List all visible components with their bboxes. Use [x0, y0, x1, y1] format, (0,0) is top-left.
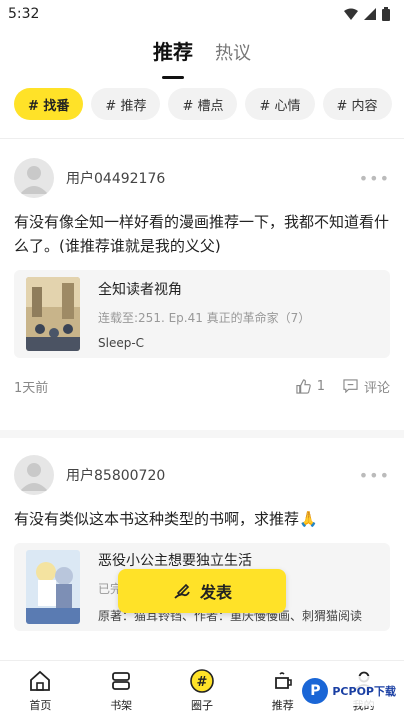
- thumbs-up-icon: [296, 378, 311, 394]
- nav-circle[interactable]: # 圈子: [162, 661, 243, 720]
- comic-title: 全知读者视角: [98, 281, 182, 298]
- chip-complaints[interactable]: # 槽点: [168, 88, 238, 120]
- chip-mood[interactable]: # 心情: [245, 88, 315, 120]
- post-time: 1天前: [14, 380, 49, 396]
- watermark-logo-icon: P: [302, 678, 329, 704]
- nav-recommend-label: 推荐: [271, 698, 294, 712]
- comic-info: 全知读者视角 连载至:251. Ep.41 真正的革命家（7） Sleep-C: [98, 279, 310, 350]
- tab-recommend[interactable]: 推荐: [153, 36, 193, 73]
- svg-text:#: #: [197, 675, 208, 690]
- default-avatar-icon: [20, 166, 48, 194]
- top-tabs: 推荐 热议: [0, 36, 404, 73]
- nav-home[interactable]: 首页: [0, 661, 81, 720]
- nav-bookshelf-label: 书架: [110, 698, 133, 712]
- comic-cover: [26, 277, 80, 351]
- default-avatar-icon: [20, 463, 48, 491]
- status-bar: 5:32: [0, 0, 404, 28]
- recommend-icon: [271, 669, 295, 693]
- divider: [0, 138, 404, 139]
- avatar[interactable]: [14, 455, 54, 495]
- post-footer: 1天前 1 评论: [14, 376, 390, 396]
- battery-icon: [382, 7, 390, 21]
- post-text: 有没有类似这本书这种类型的书啊，求推荐🙏: [14, 510, 318, 528]
- topic-chip-row: # 找番 # 推荐 # 槽点 # 心情 # 内容: [14, 88, 392, 120]
- username[interactable]: 用户85800720: [66, 465, 359, 485]
- comment-button[interactable]: 评论: [343, 377, 390, 396]
- username[interactable]: 用户04492176: [66, 168, 359, 188]
- like-button[interactable]: 1: [296, 379, 325, 394]
- pen-icon: [174, 583, 190, 599]
- chip-content[interactable]: # 内容: [322, 88, 392, 120]
- nav-circle-label: 圈子: [190, 698, 213, 712]
- comic-card[interactable]: 全知读者视角 连载至:251. Ep.41 真正的革命家（7） Sleep-C: [14, 270, 390, 358]
- comic-cover: [26, 550, 80, 624]
- nav-home-label: 首页: [29, 698, 52, 712]
- comment-icon: [343, 379, 358, 393]
- status-icons: [344, 7, 390, 21]
- circle-hash-icon: #: [190, 668, 214, 693]
- wifi-icon: [344, 8, 358, 20]
- post-header: 用户85800720 •••: [14, 455, 390, 495]
- signal-icon: [364, 8, 376, 20]
- comic-author: Sleep-C: [98, 335, 145, 350]
- nav-bookshelf[interactable]: 书架: [81, 661, 162, 720]
- publish-button[interactable]: 发表: [118, 569, 286, 613]
- bookshelf-icon: [109, 669, 133, 693]
- chip-find-anime[interactable]: # 找番: [14, 88, 84, 120]
- more-options-icon[interactable]: •••: [359, 466, 390, 485]
- watermark-text: PCPOP下载: [332, 685, 396, 698]
- post-text: 有没有像全知一样好看的漫画推荐一下，我都不知道看什么了。(谁推荐谁就是我的义父): [14, 213, 390, 255]
- post-header: 用户04492176 •••: [14, 158, 390, 198]
- post-card[interactable]: 用户04492176 ••• 有没有像全知一样好看的漫画推荐一下，我都不知道看什…: [0, 158, 404, 396]
- more-options-icon[interactable]: •••: [359, 169, 390, 188]
- tab-hot[interactable]: 热议: [215, 39, 251, 73]
- comment-label: 评论: [363, 380, 390, 396]
- post-separator: [0, 430, 404, 438]
- status-time: 5:32: [8, 6, 40, 22]
- watermark: P PCPOP下载: [298, 676, 400, 706]
- like-count: 1: [316, 378, 325, 394]
- publish-label: 发表: [199, 583, 232, 602]
- comic-title: 恶役小公主想要独立生活: [98, 553, 252, 569]
- comic-progress: 连载至:251. Ep.41 真正的革命家（7）: [98, 310, 311, 325]
- home-icon: [28, 669, 52, 693]
- avatar[interactable]: [14, 158, 54, 198]
- chip-recommend[interactable]: # 推荐: [91, 88, 161, 120]
